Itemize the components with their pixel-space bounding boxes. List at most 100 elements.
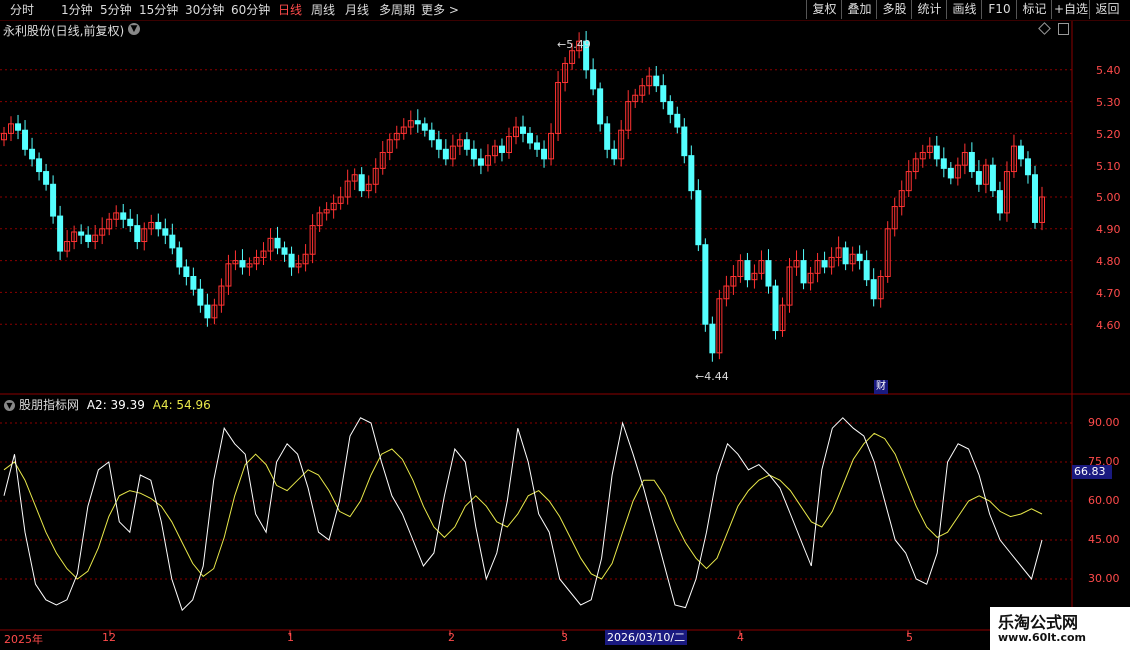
period-daily[interactable]: 日线 bbox=[278, 2, 302, 18]
candle-down bbox=[442, 148, 449, 160]
candle-down bbox=[996, 190, 1003, 214]
candle-down bbox=[975, 171, 982, 185]
candle-down bbox=[22, 129, 29, 150]
candle-down bbox=[695, 190, 702, 246]
candle-down bbox=[477, 158, 484, 166]
a2-value: A2: 39.39 bbox=[86, 398, 145, 412]
candle-down bbox=[541, 148, 548, 160]
candle-down bbox=[190, 276, 197, 290]
candle-down bbox=[653, 75, 660, 87]
period-more[interactable]: 更多 > bbox=[421, 2, 459, 18]
candle-down bbox=[534, 142, 541, 150]
candle-down bbox=[183, 266, 190, 277]
candle-down bbox=[57, 215, 64, 252]
indicator-axis-label: 30.00 bbox=[1088, 572, 1120, 585]
high-price-value: 5.49 bbox=[566, 38, 591, 51]
candle-down bbox=[604, 123, 611, 150]
candle-down bbox=[1017, 145, 1024, 160]
price-axis-label: 5.00 bbox=[1096, 191, 1121, 204]
candle-down bbox=[870, 279, 877, 300]
overlay-button[interactable]: 叠加 bbox=[841, 0, 877, 19]
high-price-label: ←5.49 bbox=[557, 38, 591, 51]
indicator-axis-label: 60.00 bbox=[1088, 494, 1120, 507]
add-watchlist-button[interactable]: +自选 bbox=[1051, 0, 1090, 19]
indicator-title: ▼ 股朋指标网 A2: 39.39 A4: 54.96 bbox=[4, 396, 211, 413]
cursor-date-badge: 2026/03/10/二 bbox=[605, 630, 688, 645]
candle-down bbox=[688, 155, 695, 192]
candle-down bbox=[85, 234, 92, 243]
stock-title: 永利股份(日线,前复权) bbox=[3, 24, 125, 38]
candle-down bbox=[414, 120, 421, 125]
price-axis-label: 4.90 bbox=[1096, 223, 1121, 236]
candle-down bbox=[520, 126, 526, 134]
candle-down bbox=[176, 247, 183, 268]
candle-down bbox=[134, 225, 141, 243]
candle-down bbox=[78, 231, 85, 236]
candle-down bbox=[702, 244, 709, 325]
price-axis-label: 4.80 bbox=[1096, 255, 1121, 268]
indicator-lines bbox=[3, 417, 1043, 612]
candle-down bbox=[127, 218, 134, 227]
candle-down bbox=[428, 129, 435, 141]
stats-button[interactable]: 统计 bbox=[911, 0, 947, 19]
indicator-axis-label: 45.00 bbox=[1088, 533, 1120, 546]
candle-down bbox=[498, 145, 505, 153]
period-30min[interactable]: 30分钟 bbox=[185, 2, 224, 18]
watermark: 乐淘公式网 www.60lt.com bbox=[990, 607, 1130, 650]
period-1min[interactable]: 1分钟 bbox=[61, 2, 93, 18]
fuquan-button[interactable]: 复权 bbox=[806, 0, 842, 19]
candle-down bbox=[204, 304, 211, 319]
chevron-down-icon[interactable]: ▼ bbox=[128, 23, 140, 35]
candle-down bbox=[590, 69, 597, 90]
x-axis-label: 2025年 bbox=[4, 633, 43, 646]
watermark-brand: 乐淘公式网 bbox=[998, 613, 1079, 632]
x-axis-label: 1 bbox=[287, 631, 294, 644]
candle-down bbox=[800, 260, 807, 284]
current-value-badge: 66.83 bbox=[1072, 465, 1112, 479]
price-axis-label: 4.60 bbox=[1096, 319, 1121, 332]
candle-down bbox=[15, 123, 22, 131]
f10-button[interactable]: F10 bbox=[981, 0, 1017, 19]
window-icon[interactable] bbox=[1058, 23, 1069, 35]
period-5min[interactable]: 5分钟 bbox=[100, 2, 132, 18]
period-weekly[interactable]: 周线 bbox=[311, 2, 335, 18]
chart-canvas[interactable] bbox=[0, 0, 1130, 650]
candle-down bbox=[856, 253, 863, 262]
period-15min[interactable]: 15分钟 bbox=[139, 2, 178, 18]
price-axis-label: 5.20 bbox=[1096, 128, 1121, 141]
candle-down bbox=[29, 148, 36, 160]
candle-down bbox=[709, 323, 716, 354]
back-button[interactable]: 返回 bbox=[1089, 0, 1125, 19]
price-axis-label: 4.70 bbox=[1096, 287, 1121, 300]
finance-badge[interactable]: 财 bbox=[874, 380, 888, 394]
period-monthly[interactable]: 月线 bbox=[345, 2, 369, 18]
candle-down bbox=[421, 123, 428, 131]
mark-button[interactable]: 标记 bbox=[1016, 0, 1052, 19]
candle-down bbox=[968, 151, 975, 173]
period-fenshi[interactable]: 分时 bbox=[10, 2, 34, 18]
candle-down bbox=[470, 148, 477, 160]
period-60min[interactable]: 60分钟 bbox=[231, 2, 270, 18]
x-axis-label: 5 bbox=[906, 631, 913, 644]
candle-down bbox=[940, 158, 947, 169]
candle-down bbox=[863, 260, 870, 281]
candle-down bbox=[947, 167, 954, 179]
candle-down bbox=[674, 113, 681, 128]
multi-stock-button[interactable]: 多股 bbox=[876, 0, 912, 19]
candle-down bbox=[358, 174, 365, 192]
period-multi[interactable]: 多周期 bbox=[379, 2, 415, 18]
candle-down bbox=[463, 139, 470, 150]
toolbar: 分时 1分钟 5分钟 15分钟 30分钟 60分钟 日线 周线 月线 多周期 更… bbox=[0, 0, 1130, 21]
candle-down bbox=[660, 85, 667, 103]
candle-down bbox=[120, 212, 127, 220]
chevron-down-icon[interactable]: ▼ bbox=[4, 400, 15, 411]
a2-line bbox=[3, 417, 1043, 612]
draw-line-button[interactable]: 画线 bbox=[946, 0, 982, 19]
candle-down bbox=[1024, 158, 1031, 176]
candle-down bbox=[933, 145, 940, 160]
candle-down bbox=[435, 139, 442, 150]
candle-down bbox=[744, 260, 751, 281]
candle-down bbox=[821, 260, 828, 268]
candle-down bbox=[155, 221, 162, 230]
candle-down bbox=[772, 285, 779, 332]
